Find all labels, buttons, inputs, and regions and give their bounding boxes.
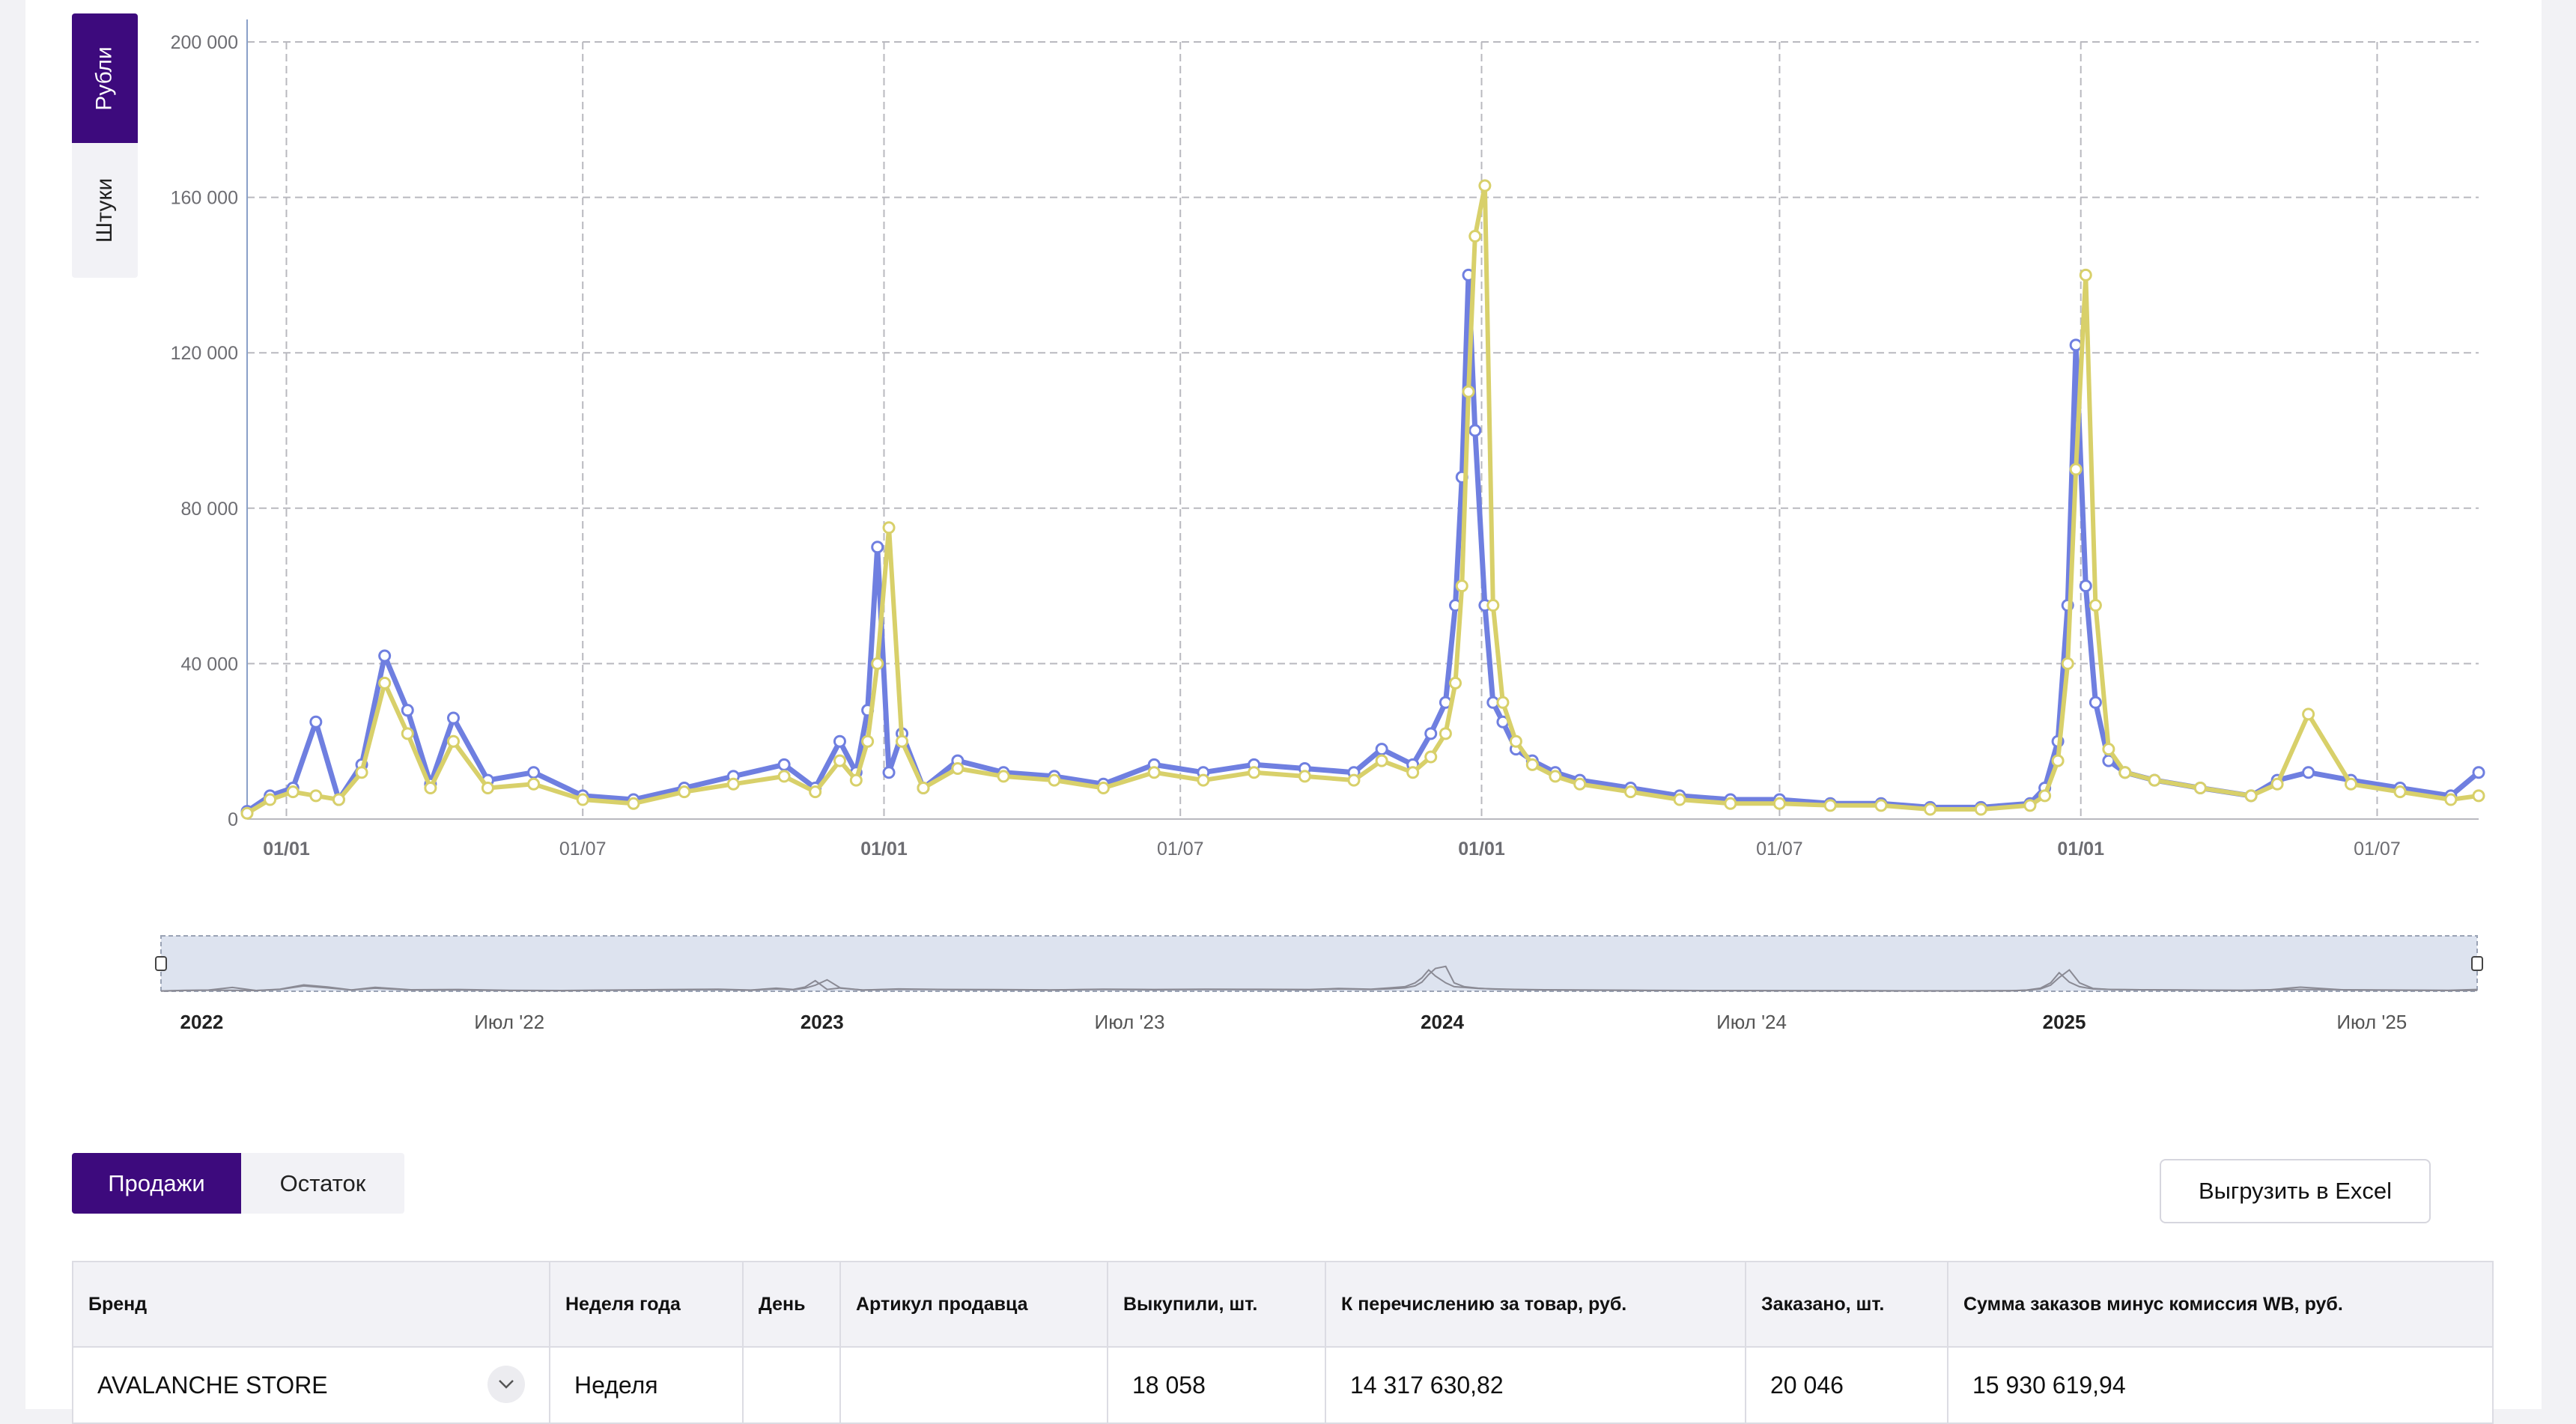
navigator-label: Июл '23 (1095, 1011, 1165, 1033)
col-bought[interactable]: Выкупили, шт. (1107, 1261, 1326, 1348)
cell-article (839, 1346, 1108, 1424)
col-article[interactable]: Артикул продавца (839, 1261, 1108, 1348)
tab-stock[interactable]: Остаток (241, 1153, 404, 1214)
col-week[interactable]: Неделя года (549, 1261, 744, 1348)
cell-bought: 18 058 (1107, 1346, 1326, 1424)
col-orders-sum[interactable]: Сумма заказов минус комиссия WB, руб. (1947, 1261, 2494, 1348)
col-brand[interactable]: Бренд (72, 1261, 550, 1348)
export-excel-button[interactable]: Выгрузить в Excel (2160, 1159, 2431, 1223)
col-ordered[interactable]: Заказано, шт. (1745, 1261, 1948, 1348)
navigator-label: 2025 (2043, 1011, 2086, 1033)
chevron-down-icon[interactable] (487, 1366, 525, 1403)
brand-value: AVALANCHE STORE (97, 1371, 328, 1399)
navigator-label: 2024 (1421, 1011, 1464, 1033)
col-day[interactable]: День (742, 1261, 841, 1348)
table-header-row: Бренд Неделя года День Артикул продавца … (72, 1261, 2494, 1348)
navigator-label: Июл '22 (474, 1011, 544, 1033)
cell-brand: AVALANCHE STORE (72, 1346, 550, 1424)
navigator-label: 2022 (180, 1011, 224, 1033)
view-tabs: Продажи Остаток (72, 1153, 404, 1214)
range-navigator[interactable]: 2022 Июл '22 2023 Июл '23 2024 Июл '24 2025 Июл… (0, 0, 2576, 1063)
navigator-label: 2023 (801, 1011, 844, 1033)
navigator-window (160, 935, 2478, 992)
cell-payout: 14 317 630,82 (1325, 1346, 1746, 1424)
navigator-handle-left[interactable] (155, 956, 167, 971)
cell-day (742, 1346, 841, 1424)
cell-week: Неделя (549, 1346, 744, 1424)
col-payout[interactable]: К перечислению за товар, руб. (1325, 1261, 1746, 1348)
navigator-label: Июл '25 (2336, 1011, 2407, 1033)
cell-orders-sum: 15 930 619,94 (1947, 1346, 2494, 1424)
sales-table: Бренд Неделя года День Артикул продавца … (72, 1261, 2494, 1424)
navigator-handle-right[interactable] (2471, 956, 2483, 971)
cell-ordered: 20 046 (1745, 1346, 1948, 1424)
navigator-label: Июл '24 (1716, 1011, 1787, 1033)
table-row: AVALANCHE STORE Неделя 18 058 14 317 630… (72, 1346, 2494, 1424)
tab-sales[interactable]: Продажи (72, 1153, 241, 1214)
